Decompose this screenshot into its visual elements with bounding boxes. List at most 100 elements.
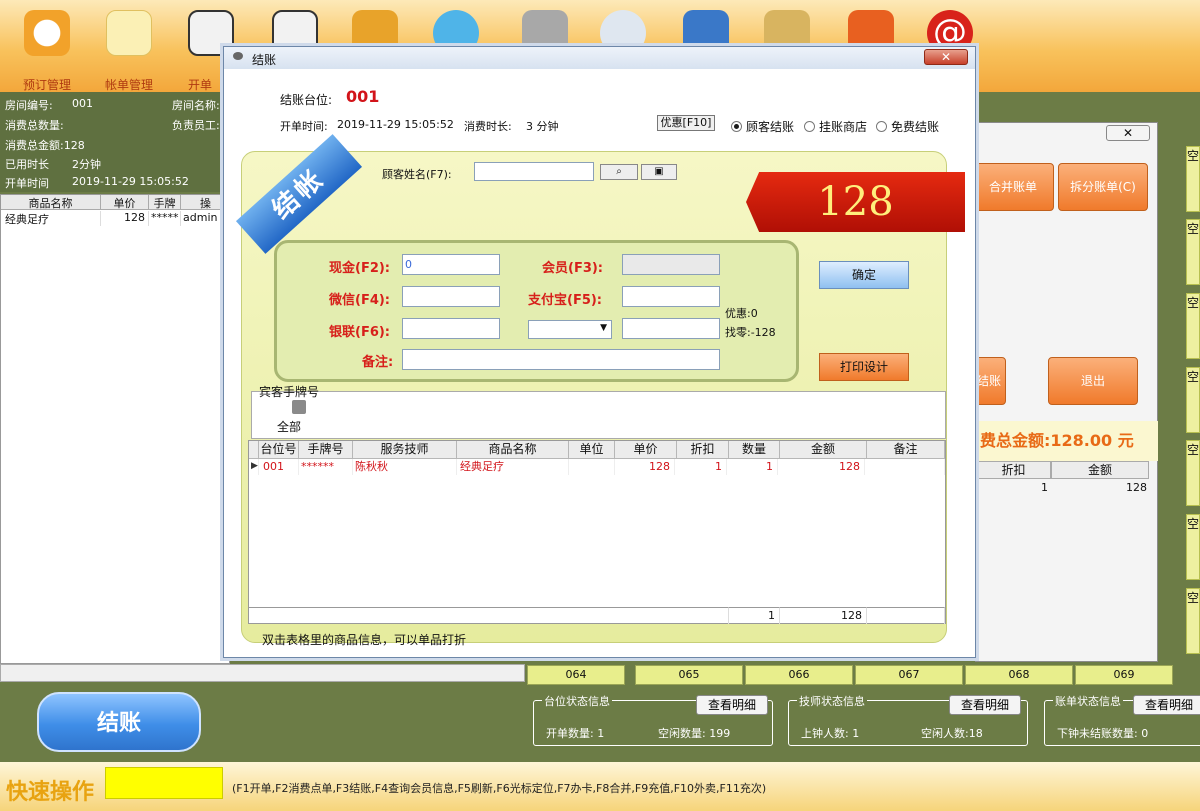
cell-tech[interactable]: 陈秋秋 <box>355 459 457 475</box>
discount-button[interactable]: 优惠[F10] <box>657 115 715 131</box>
used-time-label: 已用时长 <box>5 158 49 171</box>
cell-amount[interactable]: 128 <box>780 459 865 475</box>
cash-label: 现金(F2): <box>329 261 391 276</box>
close-icon[interactable]: ✕ <box>924 49 968 65</box>
radio-free[interactable]: 免费结账 <box>876 118 939 135</box>
col-item-name[interactable]: 商品名称 <box>1 195 101 210</box>
clock-icon[interactable] <box>24 10 70 56</box>
toolbar-label-reservation[interactable]: 预订管理 <box>7 76 87 93</box>
dialog-title: 结账 <box>252 53 277 67</box>
cell-item-name[interactable]: 经典足疗 <box>5 211 101 226</box>
on-clock-count: 上钟人数: 1 <box>801 727 860 740</box>
duration-label: 消费时长: <box>464 120 512 133</box>
view-tech-detail-button[interactable]: 查看明细 <box>949 695 1021 715</box>
col-discount: 折扣 <box>677 441 729 459</box>
dialog-titlebar[interactable]: 结账 <box>224 47 975 69</box>
cell-remark[interactable] <box>867 459 945 475</box>
customer-name-label: 顾客姓名(F7): <box>382 168 452 181</box>
cell-discount[interactable]: 1 <box>677 459 727 475</box>
unsettled-count: 下钟未结账数量: 0 <box>1057 727 1149 740</box>
view-bill-detail-button[interactable]: 查看明细 <box>1133 695 1200 715</box>
table-tile[interactable]: 空 <box>1186 367 1200 433</box>
big-checkout-button[interactable]: 结账 <box>37 692 201 752</box>
view-table-detail-button[interactable]: 查看明细 <box>696 695 768 715</box>
col-price[interactable]: 单价 <box>101 195 149 210</box>
cell-item[interactable]: 经典足疗 <box>460 459 569 475</box>
open-count: 开单数量: 1 <box>546 727 605 740</box>
cell-price[interactable]: 128 <box>615 459 675 475</box>
toolbar-label-bills[interactable]: 帐单管理 <box>89 76 169 93</box>
col-amount: 金额 <box>1051 461 1149 479</box>
split-bill-button[interactable]: 拆分账单(C) <box>1058 163 1148 211</box>
search-icon[interactable]: ⌕ <box>600 164 638 180</box>
unionpay-extra-input[interactable] <box>622 318 720 339</box>
remark-label: 备注: <box>362 355 394 370</box>
member-input[interactable] <box>622 254 720 275</box>
horizontal-scrollbar[interactable] <box>0 664 525 682</box>
col-table: 台位号 <box>259 441 299 459</box>
table-tile[interactable]: 空 <box>1186 146 1200 212</box>
table-tile[interactable]: 空 <box>1186 588 1200 654</box>
open-time-label: 开单时间 <box>5 177 49 190</box>
cell-price[interactable]: 128 <box>101 211 149 226</box>
table-tile[interactable]: 空 <box>1186 514 1200 580</box>
footer-qty: 1 <box>729 607 780 624</box>
table-cell-066[interactable]: 066 <box>745 665 853 685</box>
guest-card-all[interactable]: 全部 <box>277 418 301 435</box>
open-time-label: 开单时间: <box>280 120 328 133</box>
card-icon[interactable]: ▣ <box>641 164 677 180</box>
col-card[interactable]: 手牌号 <box>149 195 181 210</box>
cell-table[interactable]: 001 <box>263 459 299 475</box>
quick-operation-label: 快速操作 <box>6 780 95 805</box>
alipay-label: 支付宝(F5): <box>528 293 603 308</box>
confirm-button[interactable]: 确定 <box>819 261 909 289</box>
hint-text: 双击表格里的商品信息，可以单品打折 <box>262 633 467 647</box>
merge-bill-button[interactable]: 合并账单 <box>972 163 1054 211</box>
cell-card[interactable]: ***** <box>151 211 181 226</box>
unionpay-label: 银联(F6): <box>329 325 391 340</box>
left-item-table[interactable]: 商品名称 单价 手牌号 操 经典足疗 128 ***** admin <box>0 194 231 664</box>
col-remark: 备注 <box>867 441 945 459</box>
radio-customer[interactable]: 顾客结账 <box>731 118 794 135</box>
col-card: 手牌号 <box>299 441 353 459</box>
cell-unit[interactable] <box>569 459 615 475</box>
row-discount: 1 <box>1041 481 1048 494</box>
bill-detail-window: ✕ 合并账单 拆分账单(C) 结账 退出 费总金额:128.00 元 折扣 金额… <box>972 122 1159 662</box>
cash-input[interactable]: 0 <box>402 254 500 275</box>
wechat-input[interactable] <box>402 286 500 307</box>
cell-qty[interactable]: 1 <box>729 459 778 475</box>
table-cell-065[interactable]: 065 <box>635 665 743 685</box>
checkout-dialog: 结账 ✕ 结账台位: 001 开单时间: 2019-11-29 15:05:52… <box>223 46 976 658</box>
payment-type-select[interactable]: ▼ <box>528 320 612 339</box>
exit-button[interactable]: 退出 <box>1048 357 1138 405</box>
unionpay-input[interactable] <box>402 318 500 339</box>
cell-card[interactable]: ****** <box>301 459 353 475</box>
radio-hang[interactable]: 挂账商店 <box>804 118 867 135</box>
note-icon[interactable] <box>106 10 152 56</box>
quick-operation-input[interactable] <box>105 767 223 799</box>
col-qty: 数量 <box>729 441 780 459</box>
table-status-box: 台位状态信息 查看明细 开单数量: 1 空闲数量: 199 <box>533 693 773 746</box>
alipay-input[interactable] <box>622 286 720 307</box>
app-icon <box>233 52 243 60</box>
bill-status-title: 账单状态信息 <box>1053 693 1123 709</box>
col-price: 单价 <box>615 441 677 459</box>
guest-card-icon[interactable] <box>292 400 306 414</box>
table-cell-069[interactable]: 069 <box>1075 665 1173 685</box>
tech-status-title: 技师状态信息 <box>797 693 867 709</box>
table-tile[interactable]: 空 <box>1186 440 1200 506</box>
toolbar-label-open[interactable]: 开单 <box>180 76 220 93</box>
table-cell-068[interactable]: 068 <box>965 665 1073 685</box>
checkout-button[interactable]: 结账 <box>972 357 1006 405</box>
open-time: 2019-11-29 15:05:52 <box>72 175 189 188</box>
table-cell-067[interactable]: 067 <box>855 665 963 685</box>
remark-input[interactable] <box>402 349 720 370</box>
table-tile[interactable]: 空 <box>1186 219 1200 285</box>
table-cell-064[interactable]: 064 <box>527 665 625 685</box>
close-icon[interactable]: ✕ <box>1106 125 1150 141</box>
print-design-button[interactable]: 打印设计 <box>819 353 909 381</box>
col-item: 商品名称 <box>457 441 569 459</box>
customer-name-input[interactable] <box>474 162 594 181</box>
table-tile[interactable]: 空 <box>1186 293 1200 359</box>
amount-due-tag: 128 <box>746 172 965 232</box>
